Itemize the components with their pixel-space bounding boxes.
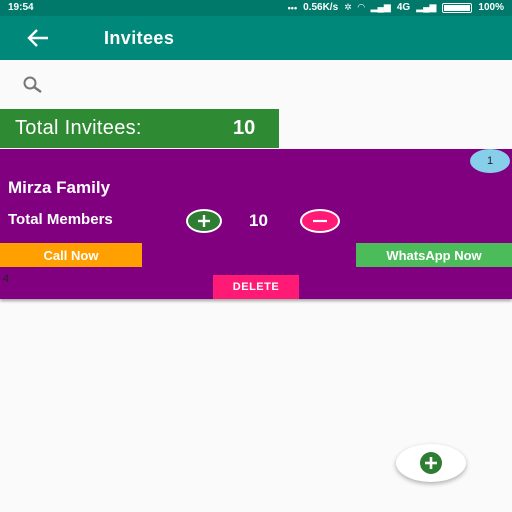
add-invitee-button[interactable] (396, 444, 466, 482)
whatsapp-now-label: WhatsApp Now (386, 247, 482, 263)
battery-percent: 100% (478, 2, 504, 13)
increase-members-button[interactable] (186, 209, 222, 233)
delete-label: DELETE (232, 281, 280, 293)
whatsapp-now-button[interactable]: WhatsApp Now (356, 243, 512, 267)
plus-circle-icon (420, 452, 442, 474)
page-title: Invitees (104, 28, 175, 48)
minus-icon (313, 219, 327, 223)
arrow-left-icon[interactable] (24, 25, 54, 51)
invitee-name: Mirza Family (8, 178, 111, 197)
signal-icon: ▂▄▆ (370, 2, 391, 12)
call-now-button[interactable]: Call Now (0, 243, 142, 267)
total-invitees-count: 10 (233, 117, 256, 139)
network-type: 4G (396, 2, 411, 13)
invitee-index-text: 4 (3, 273, 10, 285)
sync-icon: ✲ (344, 2, 352, 12)
status-bar: 19:54 ••• 0.56K/s ✲ ◠ ▂▄▆ 4G ▂▄▆ 100% (0, 0, 512, 16)
plus-icon (198, 215, 210, 227)
total-members-label: Total Members (8, 211, 113, 228)
invitee-number-badge: 1 (470, 149, 510, 173)
battery-icon (442, 2, 473, 13)
decrease-members-button[interactable] (300, 209, 340, 233)
call-now-label: Call Now (43, 247, 99, 263)
signal-icon-2: ▂▄▆ (416, 2, 437, 12)
status-indicators: ••• 0.56K/s ✲ ◠ ▂▄▆ 4G ▂▄▆ 100% (288, 2, 504, 13)
members-count: 10 (249, 211, 268, 230)
badge-text: 1 (486, 155, 494, 167)
app-bar: Invitees (0, 16, 512, 60)
search-icon[interactable] (20, 74, 46, 96)
network-speed: 0.56K/s (303, 2, 339, 13)
delete-button[interactable]: DELETE (213, 275, 299, 299)
wifi-icon: ◠ (357, 2, 365, 12)
total-invitees-bar: Total Invitees: 10 (0, 109, 279, 148)
total-invitees-label: Total Invitees: (15, 117, 142, 139)
notification-dots: ••• (287, 2, 298, 13)
status-time: 19:54 (8, 2, 34, 13)
invitee-card: 1 Mirza Family Total Members 10 Call Now… (0, 149, 512, 299)
